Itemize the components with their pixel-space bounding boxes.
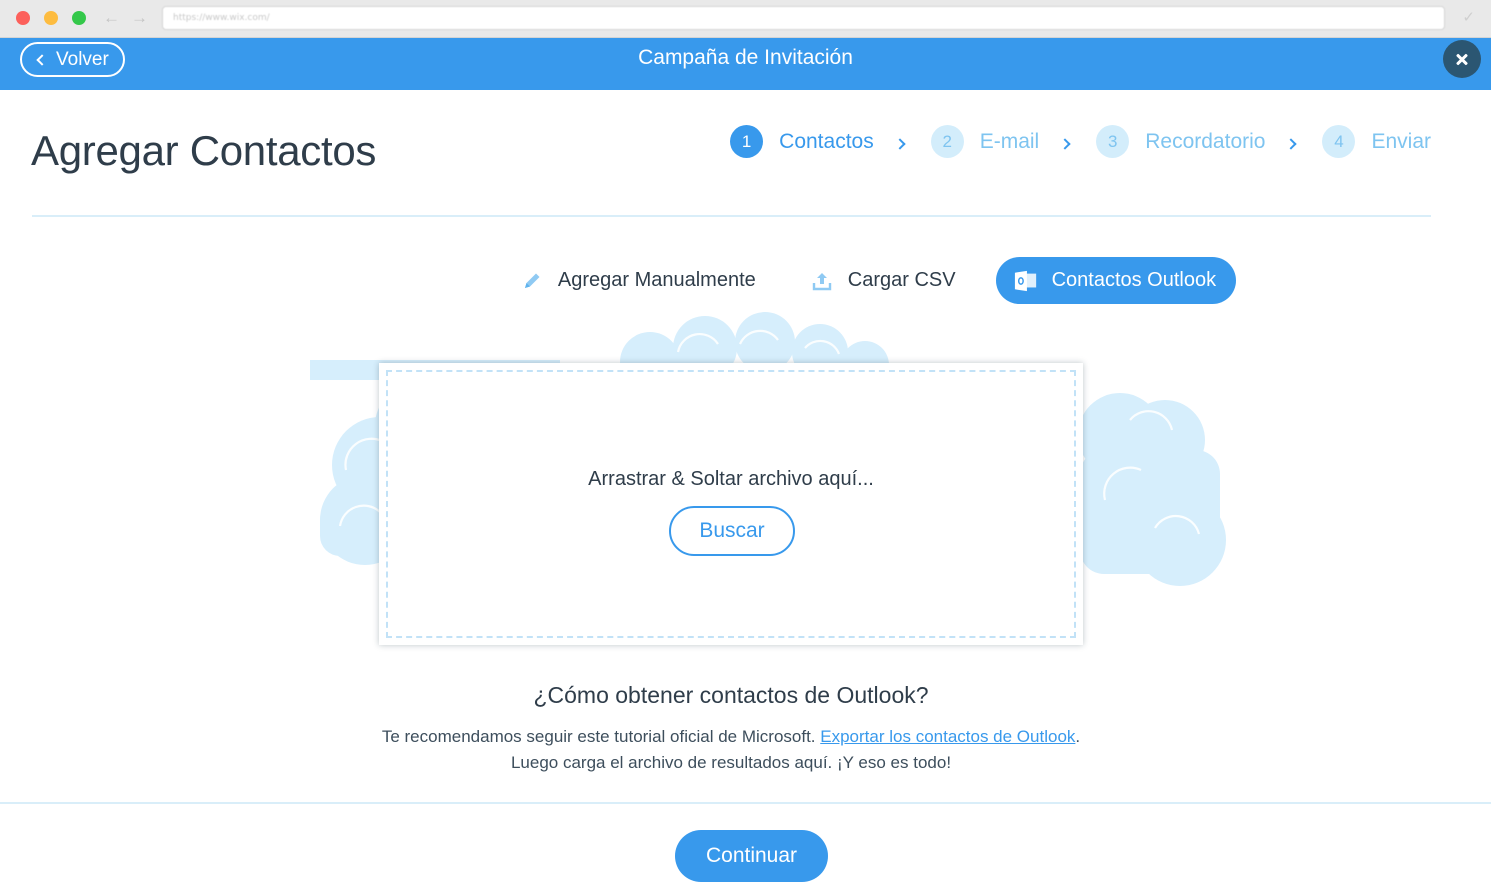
tab-label: Cargar CSV: [847, 269, 956, 291]
step-label: Enviar: [1371, 129, 1431, 153]
help-text: Te recomendamos seguir este tutorial ofi…: [380, 724, 1082, 776]
step-label: E-mail: [979, 129, 1040, 153]
step-recordatorio[interactable]: 3 Recordatorio: [1096, 125, 1265, 158]
step-number: 4: [1322, 125, 1356, 158]
browse-button[interactable]: Buscar: [669, 506, 795, 556]
help-title: ¿Cómo obtener contactos de Outlook?: [533, 682, 929, 708]
step-number: 1: [730, 125, 764, 158]
dropzone-text: Arrastrar & Soltar archivo aquí...: [588, 468, 874, 490]
page-title: Agregar Contactos: [31, 127, 377, 174]
arrow-left-icon[interactable]: ←: [103, 8, 120, 28]
wrench-icon[interactable]: ✓: [1462, 9, 1475, 27]
step-number: 2: [930, 125, 964, 158]
tab-contactos-outlook[interactable]: Contactos Outlook: [995, 257, 1237, 304]
step-label: Recordatorio: [1145, 129, 1266, 153]
footer-divider: [0, 802, 1491, 804]
close-window-button[interactable]: [16, 11, 30, 25]
app-header: Volver Campaña de Invitación: [0, 38, 1491, 90]
chevron-right-icon: [894, 138, 906, 150]
minimize-window-button[interactable]: [44, 11, 58, 25]
upload-icon: [810, 269, 834, 293]
chevron-right-icon: [1285, 138, 1298, 150]
pencil-icon: [520, 269, 544, 293]
step-label: Contactos: [779, 129, 874, 153]
browser-chrome: ← → https://www.wix.com/ ✓: [0, 0, 1491, 38]
dropzone-border: Arrastrar & Soltar archivo aquí... Busca…: [386, 370, 1076, 638]
maximize-window-button[interactable]: [72, 11, 86, 25]
tab-agregar-manualmente[interactable]: Agregar Manualmente: [502, 257, 774, 304]
tab-label: Agregar Manualmente: [557, 269, 756, 291]
chevron-right-icon: [1059, 138, 1071, 150]
import-tabs: Agregar Manualmente Cargar CSV Contactos…: [0, 257, 1491, 304]
outlook-icon: [1014, 269, 1038, 293]
file-dropzone[interactable]: Arrastrar & Soltar archivo aquí... Busca…: [379, 363, 1083, 645]
close-button[interactable]: [1443, 40, 1481, 78]
address-bar[interactable]: https://www.wix.com/: [162, 6, 1445, 30]
help-text-before: Te recomendamos seguir este tutorial ofi…: [381, 727, 821, 746]
step-contactos[interactable]: 1 Contactos: [730, 125, 874, 158]
export-contacts-link[interactable]: Exportar los contactos de Outlook: [820, 727, 1075, 746]
stepper: 1 Contactos 2 E-mail 3 Recordatorio 4 En…: [730, 125, 1431, 158]
step-number: 3: [1096, 125, 1130, 158]
header-divider: [32, 215, 1431, 217]
step-enviar[interactable]: 4 Enviar: [1322, 125, 1431, 158]
tab-label: Contactos Outlook: [1051, 269, 1217, 291]
step-email[interactable]: 2 E-mail: [930, 125, 1040, 158]
tab-cargar-csv[interactable]: Cargar CSV: [792, 257, 974, 304]
arrow-right-icon[interactable]: →: [131, 8, 148, 28]
header-title: Campaña de Invitación: [638, 46, 853, 69]
continue-button[interactable]: Continuar: [675, 830, 828, 882]
